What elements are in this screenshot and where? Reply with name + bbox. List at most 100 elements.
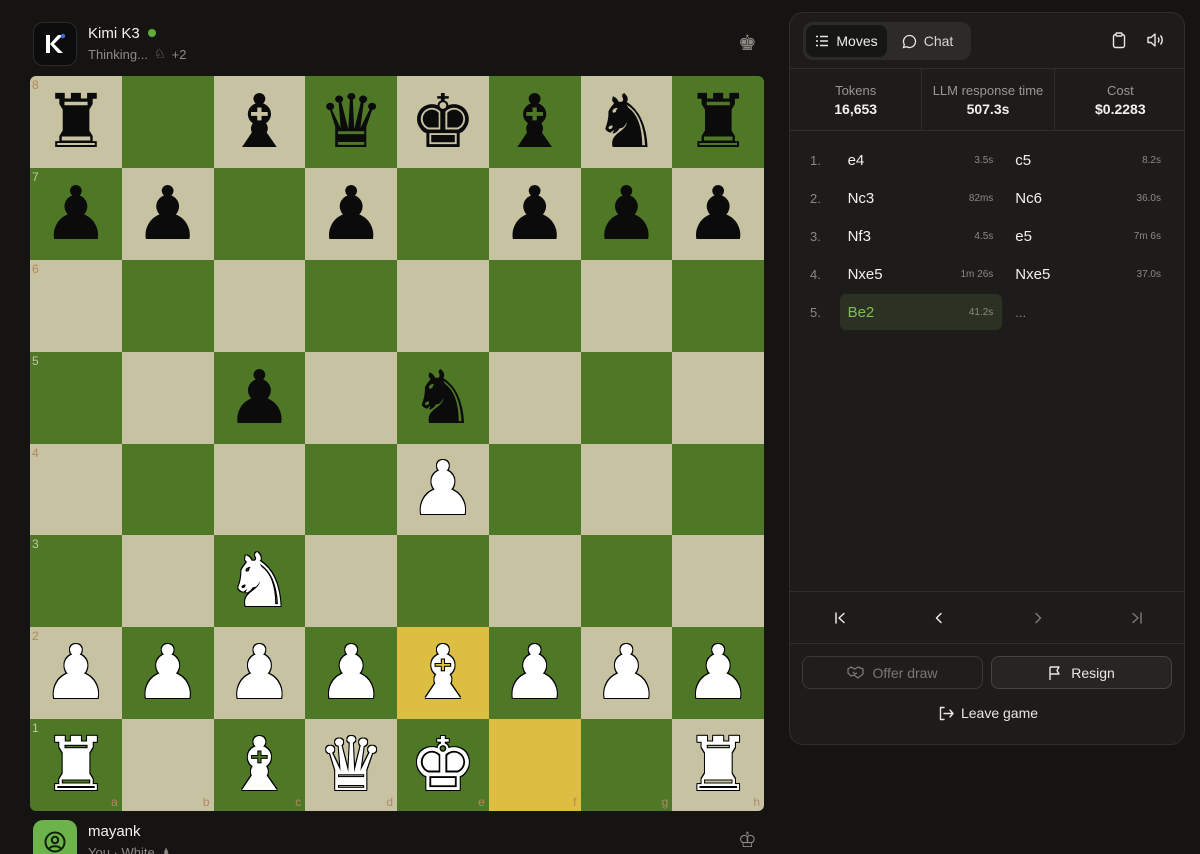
white-rook-icon[interactable]: ♜ [43, 728, 109, 802]
square-d2[interactable]: ♟ [305, 627, 397, 720]
white-pawn-icon[interactable]: ♟ [593, 636, 659, 710]
square-b4[interactable] [121, 443, 214, 536]
white-pawn-icon[interactable]: ♟ [501, 636, 567, 710]
square-g4[interactable] [580, 443, 673, 536]
square-f5[interactable] [488, 351, 581, 444]
square-a3[interactable]: 3 [30, 535, 122, 628]
black-move[interactable]: c5 8.2s [1007, 142, 1170, 178]
white-bishop-icon[interactable]: ♝ [410, 636, 476, 710]
black-move[interactable]: Nc6 36.0s [1007, 180, 1170, 216]
black-king-icon[interactable]: ♚ [410, 85, 476, 159]
black-pawn-icon[interactable]: ♟ [593, 177, 659, 251]
black-pawn-icon[interactable]: ♟ [134, 177, 200, 251]
resign-button[interactable]: Resign [991, 656, 1172, 689]
square-d1[interactable]: d ♛ [305, 719, 397, 811]
square-b3[interactable] [121, 535, 214, 628]
black-move[interactable]: e5 7m 6s [1007, 218, 1170, 254]
square-h4[interactable] [672, 443, 764, 536]
white-bishop-icon[interactable]: ♝ [226, 728, 292, 802]
square-f2[interactable]: ♟ [488, 627, 581, 720]
square-e1[interactable]: e ♚ [397, 719, 489, 811]
black-pawn-icon[interactable]: ♟ [226, 361, 292, 435]
white-move[interactable]: Nxe5 1m 26s [840, 256, 1003, 292]
black-queen-icon[interactable]: ♛ [318, 85, 384, 159]
square-a8[interactable]: 8 ♜ [30, 76, 122, 168]
square-c1[interactable]: c ♝ [213, 719, 306, 811]
tab-moves[interactable]: Moves [806, 25, 887, 57]
square-e7[interactable] [397, 167, 489, 260]
square-d8[interactable]: ♛ [305, 76, 397, 168]
leave-game-button[interactable]: Leave game [790, 705, 1184, 721]
square-c8[interactable]: ♝ [213, 76, 306, 168]
black-knight-icon[interactable]: ♞ [410, 361, 476, 435]
square-g8[interactable]: ♞ [580, 76, 673, 168]
square-d3[interactable] [305, 535, 397, 628]
white-pawn-icon[interactable]: ♟ [318, 636, 384, 710]
square-h2[interactable]: ♟ [672, 627, 764, 720]
square-e3[interactable] [397, 535, 489, 628]
white-knight-icon[interactable]: ♞ [226, 544, 292, 618]
square-c4[interactable] [213, 443, 306, 536]
square-g6[interactable] [580, 259, 673, 352]
square-b1[interactable]: b [121, 719, 214, 811]
clipboard-icon[interactable] [1110, 31, 1128, 49]
black-rook-icon[interactable]: ♜ [43, 85, 109, 159]
square-b7[interactable]: ♟ [121, 167, 214, 260]
square-c2[interactable]: ♟ [213, 627, 306, 720]
square-e5[interactable]: ♞ [397, 351, 489, 444]
square-f8[interactable]: ♝ [488, 76, 581, 168]
white-move[interactable]: Nc3 82ms [840, 180, 1003, 216]
square-g7[interactable]: ♟ [580, 167, 673, 260]
square-e8[interactable]: ♚ [397, 76, 489, 168]
square-d5[interactable] [305, 351, 397, 444]
square-a7[interactable]: 7 ♟ [30, 167, 122, 260]
square-g5[interactable] [580, 351, 673, 444]
tab-chat[interactable]: Chat [887, 25, 968, 57]
square-a6[interactable]: 6 [30, 259, 122, 352]
previous-move-button[interactable] [889, 592, 988, 643]
square-d7[interactable]: ♟ [305, 167, 397, 260]
square-f3[interactable] [488, 535, 581, 628]
white-king-icon[interactable]: ♚ [410, 728, 476, 802]
black-rook-icon[interactable]: ♜ [685, 85, 751, 159]
square-c5[interactable]: ♟ [213, 351, 306, 444]
square-f4[interactable] [488, 443, 581, 536]
black-pawn-icon[interactable]: ♟ [318, 177, 384, 251]
white-pawn-icon[interactable]: ♟ [134, 636, 200, 710]
white-pawn-icon[interactable]: ♟ [43, 636, 109, 710]
square-h3[interactable] [672, 535, 764, 628]
square-h8[interactable]: ♜ [672, 76, 764, 168]
black-pawn-icon[interactable]: ♟ [501, 177, 567, 251]
white-move[interactable]: Nf3 4.5s [840, 218, 1003, 254]
white-queen-icon[interactable]: ♛ [318, 728, 384, 802]
black-move[interactable]: Nxe5 37.0s [1007, 256, 1170, 292]
next-move-button[interactable] [988, 592, 1087, 643]
square-g1[interactable]: g [580, 719, 673, 811]
square-c6[interactable] [213, 259, 306, 352]
first-move-button[interactable] [790, 592, 889, 643]
black-pawn-icon[interactable]: ♟ [43, 177, 109, 251]
offer-draw-button[interactable]: Offer draw [802, 656, 983, 689]
square-e6[interactable] [397, 259, 489, 352]
last-move-button[interactable] [1087, 592, 1184, 643]
square-b8[interactable] [121, 76, 214, 168]
white-rook-icon[interactable]: ♜ [685, 728, 751, 802]
white-pawn-icon[interactable]: ♟ [685, 636, 751, 710]
square-c7[interactable] [213, 167, 306, 260]
black-bishop-icon[interactable]: ♝ [501, 85, 567, 159]
square-h1[interactable]: h ♜ [672, 719, 764, 811]
square-d6[interactable] [305, 259, 397, 352]
white-pawn-icon[interactable]: ♟ [410, 452, 476, 526]
square-d4[interactable] [305, 443, 397, 536]
square-a2[interactable]: 2 ♟ [30, 627, 122, 720]
square-b2[interactable]: ♟ [121, 627, 214, 720]
square-e2[interactable]: ♝ [397, 627, 489, 720]
square-c3[interactable]: ♞ [213, 535, 306, 628]
black-bishop-icon[interactable]: ♝ [226, 85, 292, 159]
square-b5[interactable] [121, 351, 214, 444]
square-h6[interactable] [672, 259, 764, 352]
square-f6[interactable] [488, 259, 581, 352]
square-f1[interactable]: f [488, 719, 581, 811]
chess-board[interactable]: 8 ♜ ♝ ♛ ♚ ♝ ♞ ♜ 7 ♟ ♟ ♟ ♟ ♟ ♟ 6 5 ♟ ♞ 4 ♟ 3 ♞ 2 ♟ ♟ ♟ ♟ ♝ ♟ ♟ ♟ 1 a ♜ b c ♝ d ♛… [30, 76, 764, 811]
square-a1[interactable]: 1 a ♜ [30, 719, 122, 811]
